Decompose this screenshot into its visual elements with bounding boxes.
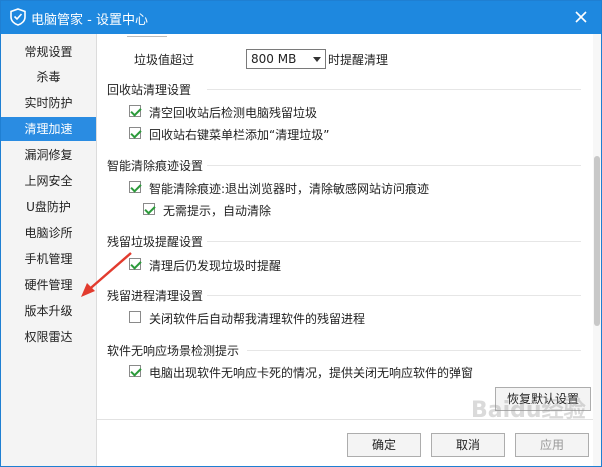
settings-window: 电脑管家 - 设置中心 常规设置 杀毒 实时防护 清理加速 漏洞修复 上网安全 …: [0, 0, 602, 467]
junk-size-select[interactable]: 800 MB: [246, 49, 326, 69]
sidebar-item-general[interactable]: 常规设置: [1, 40, 96, 64]
title-bar[interactable]: 电脑管家 - 设置中心: [1, 1, 601, 34]
ok-button[interactable]: 确定: [347, 433, 421, 457]
shield-logo-icon: [10, 8, 26, 26]
section-title-traces: 智能清除痕迹设置: [107, 159, 204, 173]
sidebar-item-usb[interactable]: U盘防护: [1, 195, 96, 219]
close-icon[interactable]: [571, 7, 591, 27]
checkbox[interactable]: [129, 127, 141, 139]
cut-off-section-title: [127, 34, 167, 37]
window-title: 电脑管家 - 设置中心: [31, 13, 148, 28]
section-title-unresponsive: 软件无响应场景检测提示: [107, 344, 240, 358]
divider: [207, 295, 581, 296]
option-label: 关闭软件后自动帮我清理软件的残留进程: [149, 312, 366, 326]
option-label: 智能清除痕迹:退出浏览器时，清除敏感网站访问痕迹: [149, 182, 430, 196]
apply-button[interactable]: 应用: [515, 433, 589, 457]
sidebar-item-permission-radar[interactable]: 权限雷达: [1, 325, 96, 349]
checkbox[interactable]: [129, 365, 141, 377]
annotation-arrow-icon: [81, 252, 132, 297]
sidebar-item-realtime-protection[interactable]: 实时防护: [1, 91, 96, 115]
option-label: 清空回收站后检测电脑残留垃圾: [149, 106, 318, 120]
sidebar-item-vulnerability[interactable]: 漏洞修复: [1, 143, 96, 167]
checkbox[interactable]: [129, 105, 141, 117]
checkbox[interactable]: [143, 203, 155, 215]
cancel-button[interactable]: 取消: [431, 433, 505, 457]
section-title-recycle: 回收站清理设置: [107, 83, 192, 97]
junk-size-suffix: 时提醒清理: [328, 53, 389, 67]
scrollbar[interactable]: [593, 34, 601, 466]
sidebar-item-web-security[interactable]: 上网安全: [1, 169, 96, 193]
junk-size-prefix: 垃圾值超过: [134, 53, 195, 67]
junk-size-row: 垃圾值超过 800 MB 时提醒清理: [134, 49, 388, 71]
option-label: 电脑出现软件无响应卡死的情况，提供关闭无响应软件的弹窗: [149, 366, 474, 380]
option-label: 清理后仍发现垃圾时提醒: [149, 259, 282, 273]
divider: [207, 89, 581, 90]
section-title-residual-junk: 残留垃圾提醒设置: [107, 235, 204, 249]
sidebar-item-clinic[interactable]: 电脑诊所: [1, 221, 96, 245]
option-label: 无需提示，自动清除: [163, 204, 272, 218]
sidebar-item-upgrade[interactable]: 版本升级: [1, 299, 96, 323]
scrollbar-thumb[interactable]: [594, 156, 600, 326]
divider: [247, 350, 581, 351]
option-label: 回收站右键菜单栏添加“清理垃圾”: [149, 128, 330, 142]
watermark-text: Baidu经验: [471, 398, 586, 423]
checkbox[interactable]: [129, 181, 141, 193]
chevron-down-icon: [313, 57, 321, 62]
divider: [207, 241, 581, 242]
checkbox[interactable]: [129, 311, 141, 323]
divider: [207, 165, 581, 166]
junk-size-value: 800 MB: [251, 52, 297, 66]
sidebar-item-antivirus[interactable]: 杀毒: [1, 65, 96, 89]
sidebar-item-cleanup[interactable]: 清理加速: [1, 117, 96, 141]
